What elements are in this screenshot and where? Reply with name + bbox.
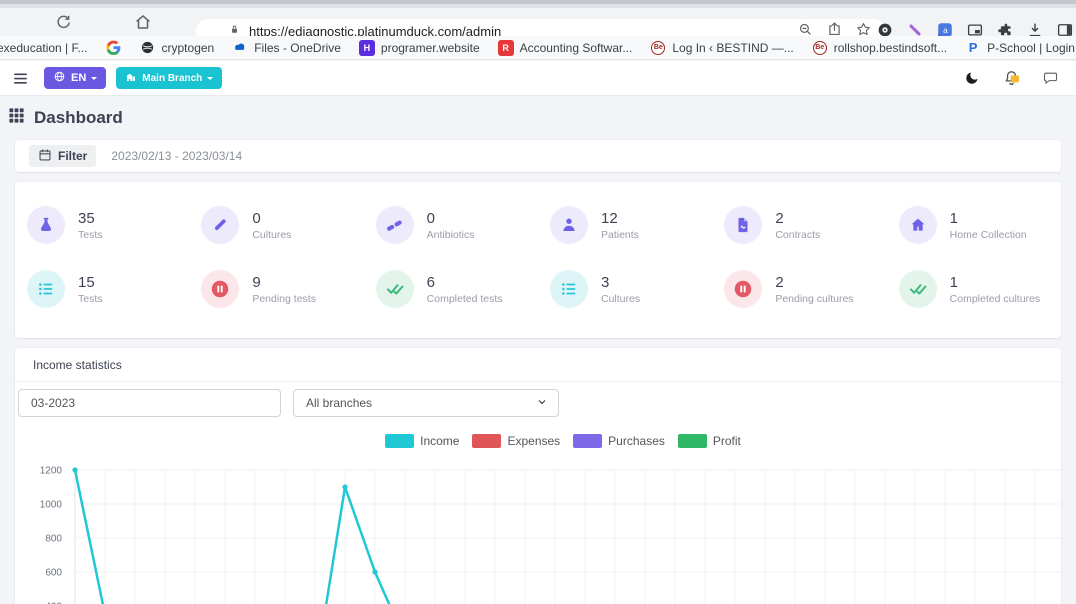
double-check-icon	[376, 270, 414, 308]
bookmark-item[interactable]: exeducation | F...	[0, 41, 88, 55]
legend-profit[interactable]: Profit	[678, 434, 741, 448]
income-statistics-title: Income statistics	[15, 348, 1061, 381]
stat-completed-tests[interactable]: 6Completed tests	[364, 266, 538, 312]
legend-swatch	[678, 434, 707, 448]
stat-patients[interactable]: 12Patients	[538, 202, 712, 248]
bookmark-item[interactable]	[106, 40, 122, 56]
chart-legend: Income Expenses Purchases Profit	[15, 434, 1061, 448]
bookmark-item[interactable]: Be rollshop.bestindsoft...	[812, 40, 947, 56]
legend-swatch	[385, 434, 414, 448]
stat-contracts[interactable]: 2Contracts	[712, 202, 886, 248]
grid-icon	[8, 107, 25, 129]
branch-select[interactable]: All branches	[293, 389, 559, 417]
stat-tests-2[interactable]: 15Tests	[15, 266, 189, 312]
test-tube-icon	[201, 206, 239, 244]
bookmark-item[interactable]: cryptogen	[140, 40, 215, 56]
bookmark-item[interactable]: P P-School | Login	[965, 40, 1075, 56]
chevron-down-icon	[207, 77, 213, 83]
filter-button[interactable]: Filter	[29, 145, 96, 167]
list-icon	[27, 270, 65, 308]
globe-dark-icon	[140, 40, 156, 56]
legend-purchases[interactable]: Purchases	[573, 434, 665, 448]
pause-icon	[201, 270, 239, 308]
svg-text:600: 600	[45, 568, 62, 579]
reload-icon[interactable]	[53, 12, 73, 32]
language-dropdown-button[interactable]: EN	[44, 67, 106, 89]
svg-text:1000: 1000	[40, 500, 63, 511]
home-icon	[899, 206, 937, 244]
hamburger-icon[interactable]	[10, 68, 30, 88]
google-icon	[106, 40, 122, 56]
legend-expenses[interactable]: Expenses	[472, 434, 560, 448]
moon-icon[interactable]	[962, 68, 982, 88]
navbar-actions	[962, 68, 1076, 88]
income-controls: All branches	[18, 389, 1058, 417]
dashboard-content: Dashboard Filter 2023/02/13 - 2023/03/14…	[0, 96, 1076, 604]
chat-icon[interactable]	[1040, 68, 1060, 88]
onedrive-cloud-icon	[232, 40, 248, 56]
bookmarks-bar: exeducation | F... cryptogen Files - One…	[0, 36, 1076, 60]
svg-text:800: 800	[45, 534, 62, 545]
browser-tab-strip	[0, 0, 1076, 8]
p-school-icon: P	[965, 40, 981, 56]
chevron-down-icon	[536, 396, 548, 411]
bell-icon[interactable]	[1001, 68, 1021, 88]
stat-cultures-2[interactable]: 3Cultures	[538, 266, 712, 312]
stat-pending-tests[interactable]: 9Pending tests	[189, 266, 363, 312]
contract-icon	[724, 206, 762, 244]
screen: https://ediagnostic.platinumduck.com/adm…	[0, 0, 1076, 604]
stats-card: 35Tests 0Cultures 0Antibiotics	[15, 182, 1061, 338]
pause-icon	[724, 270, 762, 308]
income-line-chart: 40060080010001200	[15, 455, 1061, 604]
date-range-value[interactable]: 2023/02/13 - 2023/03/14	[111, 149, 242, 163]
stat-completed-cultures[interactable]: 1Completed cultures	[887, 266, 1061, 312]
calendar-icon	[38, 148, 52, 165]
patient-icon	[550, 206, 588, 244]
pills-icon	[376, 206, 414, 244]
divider	[15, 381, 1061, 382]
app-navbar: EN Main Branch	[0, 61, 1076, 96]
month-input[interactable]	[18, 389, 281, 417]
red-r-icon: R	[498, 40, 514, 56]
be-icon: Be	[651, 41, 665, 55]
flask-icon	[27, 206, 65, 244]
branch-dropdown-button[interactable]: Main Branch	[116, 67, 222, 89]
bookmark-item[interactable]: H programer.website	[359, 40, 480, 56]
chevron-down-icon	[91, 77, 97, 83]
legend-income[interactable]: Income	[385, 434, 459, 448]
svg-text:a: a	[943, 26, 948, 35]
globe-icon	[53, 70, 66, 86]
purple-h-icon: H	[359, 40, 375, 56]
filter-bar: Filter 2023/02/13 - 2023/03/14	[15, 140, 1061, 172]
stat-tests[interactable]: 35Tests	[15, 202, 189, 248]
page-title-row: Dashboard	[8, 106, 1061, 130]
legend-swatch	[472, 434, 501, 448]
browser-toolbar: https://ediagnostic.platinumduck.com/adm…	[0, 8, 1076, 36]
building-icon	[125, 71, 137, 86]
stat-cultures[interactable]: 0Cultures	[189, 202, 363, 248]
bookmark-item[interactable]: Be Log In ‹ BESTIND —...	[650, 40, 793, 56]
stat-home-collection[interactable]: 1Home Collection	[887, 202, 1061, 248]
be-icon: Be	[813, 41, 827, 55]
list-icon	[550, 270, 588, 308]
page-title: Dashboard	[34, 108, 123, 128]
legend-swatch	[573, 434, 602, 448]
home-icon[interactable]	[133, 12, 153, 32]
svg-text:1200: 1200	[40, 466, 63, 477]
stats-grid: 35Tests 0Cultures 0Antibiotics	[15, 202, 1061, 312]
bookmark-item[interactable]: Files - OneDrive	[232, 40, 341, 56]
stat-antibiotics[interactable]: 0Antibiotics	[364, 202, 538, 248]
bookmark-item[interactable]: R Accounting Softwar...	[498, 40, 633, 56]
stat-pending-cultures[interactable]: 2Pending cultures	[712, 266, 886, 312]
double-check-icon	[899, 270, 937, 308]
income-statistics-card: Income statistics All branches Income Ex…	[15, 348, 1061, 604]
